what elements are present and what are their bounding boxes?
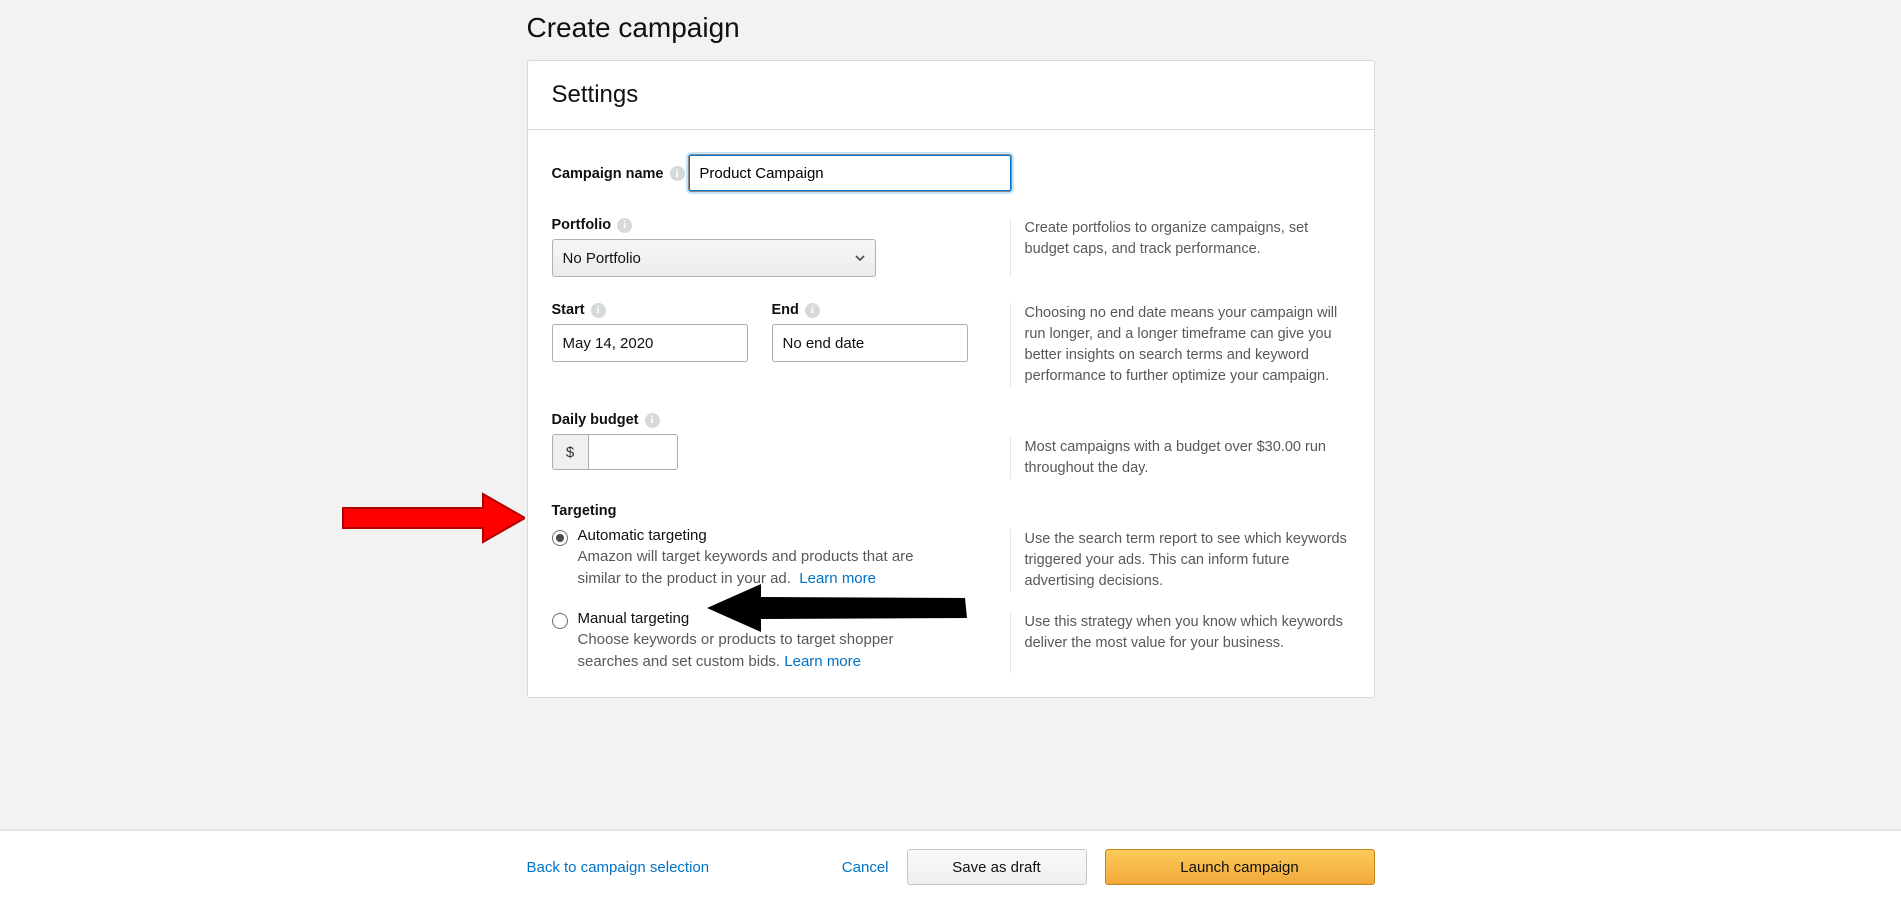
portfolio-select[interactable]: No Portfolio xyxy=(552,239,876,277)
launch-campaign-button[interactable]: Launch campaign xyxy=(1105,849,1375,885)
settings-heading: Settings xyxy=(552,81,1350,109)
info-icon[interactable]: i xyxy=(617,218,632,233)
targeting-manual-option[interactable]: Manual targeting Choose keywords or prod… xyxy=(552,610,950,673)
end-date-label: End i xyxy=(772,302,820,318)
cancel-link[interactable]: Cancel xyxy=(842,859,889,876)
daily-budget-label: Daily budget i xyxy=(552,412,660,428)
info-icon[interactable]: i xyxy=(591,303,606,318)
footer-bar: Back to campaign selection Cancel Save a… xyxy=(0,830,1901,903)
learn-more-link[interactable]: Learn more xyxy=(799,570,876,587)
save-as-draft-button[interactable]: Save as draft xyxy=(907,849,1087,885)
targeting-manual-help: Use this strategy when you know which ke… xyxy=(1010,612,1350,673)
targeting-auto-desc: Amazon will target keywords and products… xyxy=(578,546,950,590)
portfolio-help: Create portfolios to organize campaigns,… xyxy=(1010,218,1350,277)
info-icon[interactable]: i xyxy=(805,303,820,318)
targeting-automatic-option[interactable]: Automatic targeting Amazon will target k… xyxy=(552,527,950,590)
radio-icon[interactable] xyxy=(552,530,568,546)
targeting-auto-title: Automatic targeting xyxy=(578,527,950,544)
arrow-annotation-red xyxy=(337,488,525,548)
settings-panel: Settings Campaign name i Portfolio xyxy=(527,60,1375,698)
settings-panel-header: Settings xyxy=(528,61,1374,130)
start-date-label: Start i xyxy=(552,302,606,318)
end-date-input[interactable]: No end date xyxy=(772,324,968,362)
chevron-down-icon xyxy=(855,253,865,263)
targeting-heading: Targeting xyxy=(552,503,1350,519)
campaign-name-label: Campaign name i xyxy=(552,166,685,182)
campaign-name-input[interactable] xyxy=(688,154,1012,192)
page-title: Create campaign xyxy=(527,0,1375,60)
learn-more-link[interactable]: Learn more xyxy=(784,653,861,670)
budget-help: Most campaigns with a budget over $30.00… xyxy=(1010,437,1350,479)
start-date-input[interactable]: May 14, 2020 xyxy=(552,324,748,362)
portfolio-selected: No Portfolio xyxy=(563,250,641,267)
currency-prefix: $ xyxy=(552,434,588,470)
info-icon[interactable]: i xyxy=(645,413,660,428)
targeting-manual-title: Manual targeting xyxy=(578,610,950,627)
targeting-manual-desc: Choose keywords or products to target sh… xyxy=(578,629,950,673)
radio-icon[interactable] xyxy=(552,613,568,629)
dates-help: Choosing no end date means your campaign… xyxy=(1010,303,1350,387)
portfolio-label: Portfolio i xyxy=(552,217,633,233)
daily-budget-input[interactable] xyxy=(588,434,678,470)
targeting-auto-help: Use the search term report to see which … xyxy=(1010,529,1350,592)
info-icon[interactable]: i xyxy=(670,166,685,181)
back-to-selection-link[interactable]: Back to campaign selection xyxy=(527,859,710,876)
settings-panel-body: Campaign name i Portfolio i No Portfolio xyxy=(528,130,1374,697)
